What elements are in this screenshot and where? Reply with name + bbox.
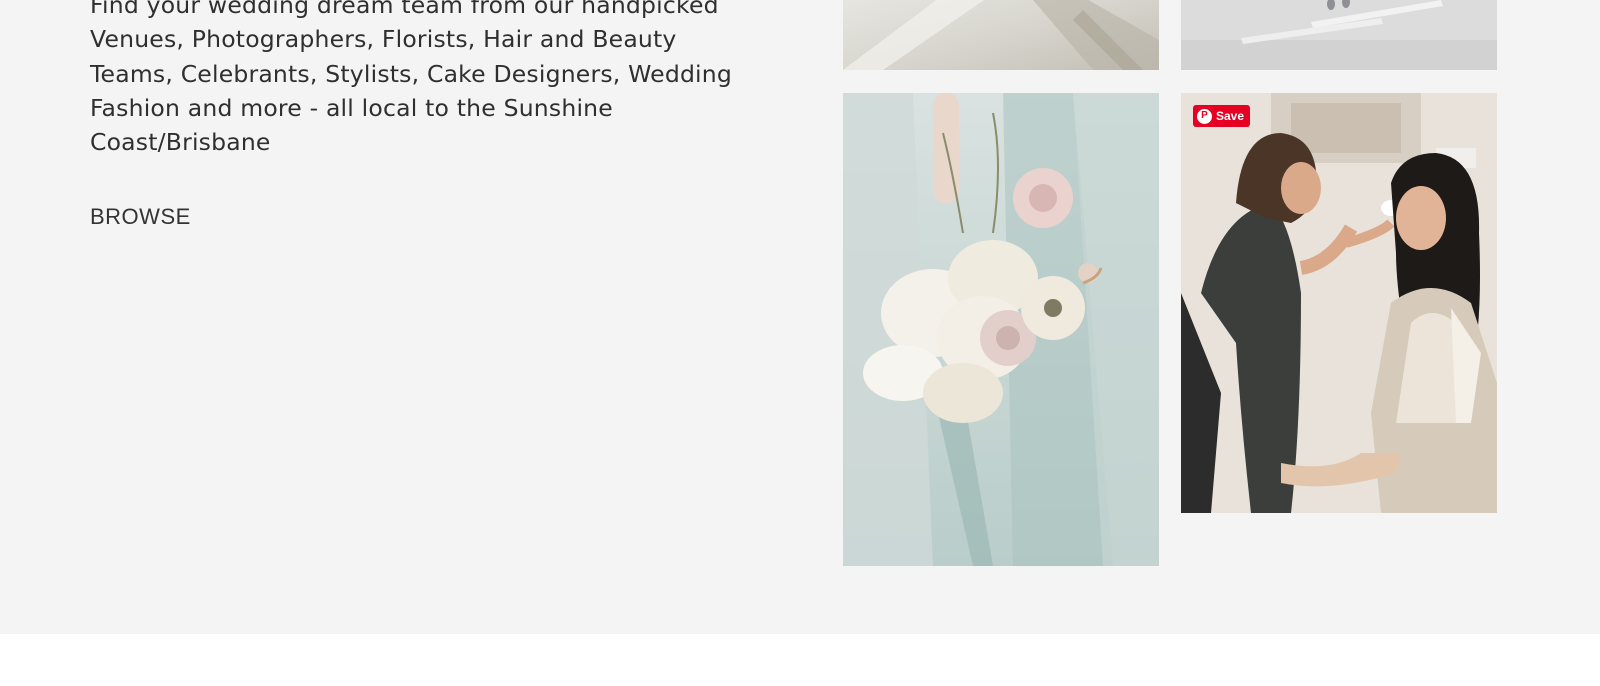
- save-label: Save: [1216, 109, 1245, 123]
- veil-detail-photo[interactable]: [843, 0, 1159, 70]
- pinterest-save-button[interactable]: P Save: [1193, 105, 1251, 127]
- bridal-bouquet-photo[interactable]: [843, 93, 1159, 566]
- intro-text: Find your wedding dream team from our ha…: [90, 0, 732, 157]
- table-cutlery-photo[interactable]: [1181, 0, 1497, 70]
- pinterest-icon: P: [1197, 108, 1212, 124]
- browse-link[interactable]: BROWSE: [90, 204, 191, 230]
- intro-section: Find your wedding dream team from our ha…: [0, 0, 1600, 634]
- next-section: [0, 634, 1600, 686]
- bride-makeup-photo[interactable]: P Save: [1181, 93, 1497, 513]
